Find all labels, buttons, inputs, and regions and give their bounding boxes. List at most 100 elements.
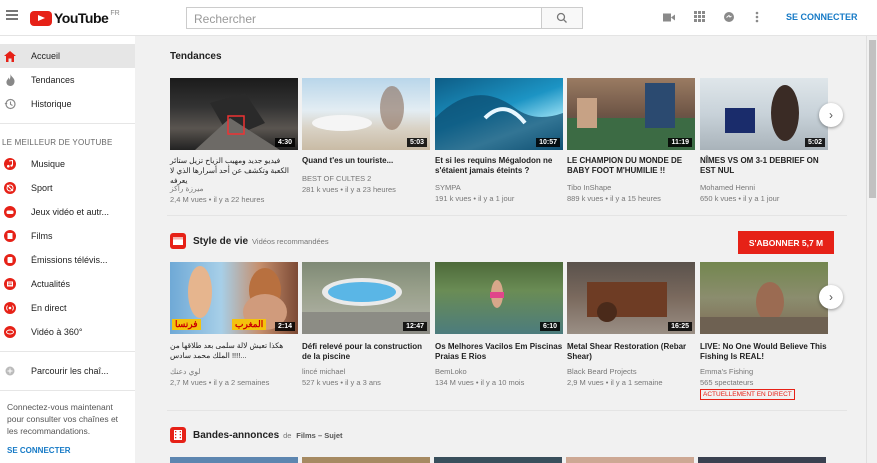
upload-video-icon[interactable] [663, 13, 675, 22]
video-thumbnail[interactable] [700, 262, 828, 334]
sidebar-item-label: Parcourir les chaî... [31, 366, 109, 376]
films-channel-icon [4, 230, 16, 242]
tv-channel-icon [4, 254, 16, 266]
video-channel[interactable]: BEST OF CULTES 2 [302, 173, 432, 184]
search-input[interactable]: Rechercher [186, 7, 542, 29]
sign-in-button[interactable]: SE CONNECTER [786, 12, 858, 22]
video-title[interactable]: LIVE: No One Would Believe This Fishing … [700, 342, 828, 362]
video-title[interactable]: LE CHAMPION DU MONDE DE BABY FOOT M'HUMI… [567, 156, 695, 176]
section-title-lifestyle: Style de vie Vidéos recommandées [193, 236, 329, 247]
video-thumbnail[interactable]: 10:57 [435, 78, 563, 150]
video-stats: 134 M vues • il y a 10 mois [435, 378, 525, 387]
video-channel[interactable]: Mohamed Henni [700, 182, 830, 193]
section-subtitle-topic[interactable]: Films – Sujet [296, 431, 342, 440]
video-thumbnail[interactable]: 16:25 [567, 262, 695, 334]
video-stats: 650 k vues • il y a 1 jour [700, 194, 780, 203]
sidebar-item-music[interactable]: Musique [0, 152, 135, 176]
page-scrollbar[interactable] [866, 36, 877, 463]
section-title-text[interactable]: Bandes-annonces [193, 430, 279, 441]
video-stats: 527 k vues • il y a 3 ans [302, 378, 381, 387]
video-channel[interactable]: ميرزة راكز [170, 183, 300, 194]
music-channel-icon [4, 158, 16, 170]
sidebar-item-label: Historique [31, 99, 72, 109]
search-icon [556, 12, 567, 23]
video-title[interactable]: هكذا تعيش لالة سلمى بعد طلاقها من ...!!!… [170, 341, 298, 361]
video-thumbnail[interactable]: 12:47 [302, 262, 430, 334]
section-title-trailers: Bandes-annonces de Films – Sujet [193, 430, 343, 441]
video-thumbnail[interactable]: 5:03 [302, 78, 430, 150]
live-channel-icon [4, 302, 16, 314]
youtube-logo[interactable]: YouTube FR [30, 10, 120, 26]
video-title[interactable]: Quand t'es un touriste... [302, 156, 430, 166]
gaming-channel-icon [4, 206, 16, 218]
video-title[interactable]: Metal Shear Restoration (Rebar Shear) [567, 342, 695, 362]
sidebar-item-label: Jeux vidéo et autr... [31, 207, 110, 217]
video-title[interactable]: Défi relevé pour la construction de la p… [302, 342, 430, 362]
sidebar-item-360-video[interactable]: Vidéo à 360° [0, 320, 135, 344]
search-button[interactable] [541, 7, 583, 29]
video-thumbnail[interactable]: 5:02 [700, 78, 828, 150]
video-thumbnail[interactable] [566, 457, 694, 463]
sidebar-item-trending[interactable]: Tendances [0, 68, 135, 92]
video-channel[interactable]: BemLoko [435, 366, 565, 377]
video-channel[interactable]: Black Beard Projects [567, 366, 697, 377]
video-title[interactable]: فيديو جديد ومهيب الزياح تزيل ستائر الكعب… [170, 156, 298, 186]
section-title-trending[interactable]: Tendances [170, 51, 222, 62]
sidebar-item-label: Tendances [31, 75, 75, 85]
main-content: Tendances 4:30 5:03 10:57 11:19 5:02 › ف… [135, 36, 866, 463]
video-duration: 2:14 [274, 322, 295, 331]
sidebar-item-history[interactable]: Historique [0, 92, 135, 116]
add-circle-icon [4, 365, 16, 377]
video-thumbnail[interactable]: 4:30 [170, 78, 298, 150]
sidebar-item-news[interactable]: Actualités [0, 272, 135, 296]
chevron-right-icon: › [829, 108, 833, 122]
sidebar-item-films[interactable]: Films [0, 224, 135, 248]
sidebar-divider [0, 351, 135, 352]
video-title[interactable]: NÎMES VS OM 3-1 DEBRIEF ON EST NUL [700, 156, 828, 176]
sidebar-item-sport[interactable]: Sport [0, 176, 135, 200]
video-title[interactable]: Os Melhores Vacilos Em Piscinas Praias E… [435, 342, 563, 362]
video-duration: 6:10 [539, 322, 560, 331]
video-channel[interactable]: لوي دعنك [170, 366, 300, 377]
more-options-icon[interactable] [755, 11, 759, 23]
scrollbar-thumb[interactable] [869, 40, 876, 198]
live-badge: ACTUELLEMENT EN DIRECT [700, 389, 795, 400]
lifestyle-channel-icon[interactable] [170, 233, 186, 249]
sidebar-item-label: En direct [31, 303, 67, 313]
sidebar-item-gaming[interactable]: Jeux vidéo et autr... [0, 200, 135, 224]
video-thumbnail[interactable]: 11:19 [567, 78, 695, 150]
sidebar-item-live[interactable]: En direct [0, 296, 135, 320]
video-thumbnail[interactable] [302, 457, 430, 463]
sport-channel-icon [4, 182, 16, 194]
video-thumbnail[interactable] [698, 457, 826, 463]
video-thumbnail[interactable] [434, 457, 562, 463]
video-stats: 281 k vues • il y a 23 heures [302, 185, 396, 194]
video-thumbnail[interactable] [170, 457, 298, 463]
chevron-right-icon: › [829, 290, 833, 304]
section-title-text[interactable]: Style de vie [193, 236, 248, 247]
video-stats: 889 k vues • il y a 15 heures [567, 194, 661, 203]
sidebar-item-browse-channels[interactable]: Parcourir les chaî... [0, 359, 135, 383]
video-channel[interactable]: SYMPA [435, 182, 565, 193]
next-arrow-button[interactable]: › [819, 285, 843, 309]
video-channel[interactable]: Tibo InShape [567, 182, 697, 193]
apps-grid-icon[interactable] [694, 11, 705, 22]
menu-icon[interactable] [6, 10, 18, 20]
trailers-channel-icon[interactable] [170, 427, 186, 443]
next-arrow-button[interactable]: › [819, 103, 843, 127]
video-duration: 16:25 [668, 322, 692, 331]
video-channel[interactable]: lincé michael [302, 366, 432, 377]
sidebar-item-home[interactable]: Accueil [0, 44, 135, 68]
video-channel[interactable]: Emma's Fishing [700, 366, 830, 377]
video-thumbnail[interactable]: فرنسا المغرب 2:14 [170, 262, 298, 334]
section-subtitle: Vidéos recommandées [252, 237, 329, 246]
video-thumbnail[interactable]: 6:10 [435, 262, 563, 334]
sidebar-item-label: Vidéo à 360° [31, 327, 83, 337]
subscribe-button[interactable]: S'ABONNER 5,7 M [738, 231, 834, 254]
sign-in-prompt: Connectez-vous maintenant pour consulter… [7, 402, 119, 436]
video-title[interactable]: Et si les requins Mégalodon ne s'étaient… [435, 156, 563, 176]
top-bar: YouTube FR Rechercher SE CONNECTER [0, 0, 877, 36]
messages-icon[interactable] [723, 11, 735, 23]
sidebar-item-tv-shows[interactable]: Émissions télévis... [0, 248, 135, 272]
sidebar-sign-in-link[interactable]: SE CONNECTER [7, 446, 71, 455]
